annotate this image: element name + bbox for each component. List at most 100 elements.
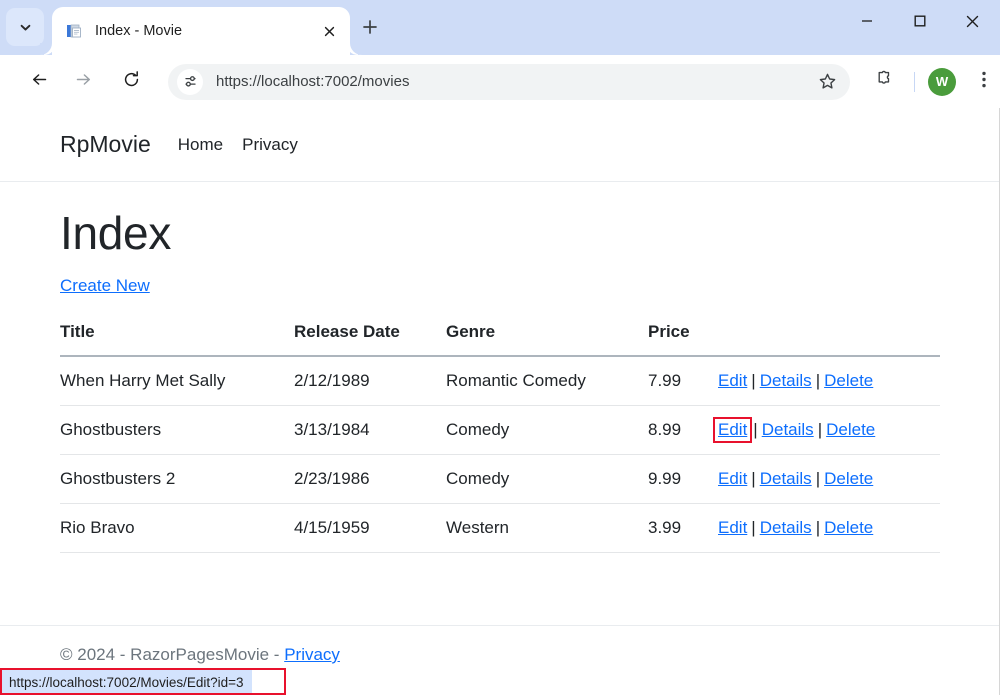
cell-title: When Harry Met Sally bbox=[60, 356, 294, 406]
cell-price: 9.99 bbox=[648, 455, 718, 504]
cell-title: Ghostbusters bbox=[60, 406, 294, 455]
column-header-title: Title bbox=[60, 322, 294, 356]
page-title: Index bbox=[60, 182, 939, 260]
minimize-button[interactable] bbox=[840, 0, 893, 47]
details-link[interactable]: Details bbox=[760, 469, 812, 488]
tab-title: Index - Movie bbox=[95, 23, 316, 39]
reload-icon bbox=[122, 70, 141, 94]
action-separator: | bbox=[747, 469, 759, 488]
delete-link[interactable]: Delete bbox=[824, 518, 873, 537]
puzzle-piece-icon bbox=[875, 70, 894, 94]
action-separator: | bbox=[812, 518, 824, 537]
cell-actions: Edit|Details|Delete bbox=[718, 504, 940, 553]
table-body: When Harry Met Sally2/12/1989Romantic Co… bbox=[60, 356, 940, 553]
window-close-icon bbox=[965, 14, 980, 34]
edit-link[interactable]: Edit bbox=[718, 371, 747, 390]
three-dot-menu-icon bbox=[982, 71, 986, 93]
details-link[interactable]: Details bbox=[762, 420, 814, 439]
site-nav-links: Home Privacy bbox=[178, 135, 317, 155]
close-icon[interactable] bbox=[316, 18, 342, 44]
table-row: Ghostbusters3/13/1984Comedy8.99Edit|Deta… bbox=[60, 406, 940, 455]
page-viewport: RpMovie Home Privacy Index Create New Ti… bbox=[0, 108, 1000, 695]
window-controls bbox=[840, 0, 1000, 55]
url-text[interactable]: https://localhost:7002/movies bbox=[216, 73, 850, 90]
star-icon[interactable] bbox=[812, 67, 842, 97]
cell-actions: Edit|Details|Delete bbox=[718, 455, 940, 504]
table-row: Rio Bravo4/15/1959Western3.99Edit|Detail… bbox=[60, 504, 940, 553]
edit-link[interactable]: Edit bbox=[718, 420, 747, 439]
cell-release-date: 2/12/1989 bbox=[294, 356, 446, 406]
footer-privacy-link[interactable]: Privacy bbox=[284, 645, 340, 664]
edit-link-highlight-annotation: Edit bbox=[713, 417, 752, 443]
cell-price: 3.99 bbox=[648, 504, 718, 553]
document-page-icon bbox=[66, 23, 83, 40]
tab-corner-left bbox=[40, 43, 52, 55]
address-bar[interactable]: https://localhost:7002/movies bbox=[168, 64, 850, 100]
movies-table: Title Release Date Genre Price When Harr… bbox=[60, 322, 940, 553]
cell-actions: Edit|Details|Delete bbox=[718, 406, 940, 455]
footer-copyright: © 2024 - RazorPagesMovie - bbox=[60, 645, 284, 664]
table-head: Title Release Date Genre Price bbox=[60, 322, 940, 356]
status-bar-url: https://localhost:7002/Movies/Edit?id=3 bbox=[0, 669, 252, 695]
cell-genre: Romantic Comedy bbox=[446, 356, 648, 406]
nav-link-home[interactable]: Home bbox=[178, 135, 223, 155]
details-link[interactable]: Details bbox=[760, 518, 812, 537]
action-separator: | bbox=[812, 371, 824, 390]
extensions-button[interactable] bbox=[868, 66, 900, 98]
maximize-button[interactable] bbox=[893, 0, 946, 47]
edit-link[interactable]: Edit bbox=[718, 469, 747, 488]
action-separator: | bbox=[749, 420, 761, 439]
tune-sliders-icon[interactable] bbox=[177, 69, 203, 95]
create-new-link[interactable]: Create New bbox=[60, 276, 150, 296]
site-brand[interactable]: RpMovie bbox=[60, 131, 151, 158]
column-header-actions bbox=[718, 322, 940, 356]
cell-price: 7.99 bbox=[648, 356, 718, 406]
back-button[interactable] bbox=[22, 65, 56, 99]
forward-button[interactable] bbox=[66, 65, 100, 99]
table-row: When Harry Met Sally2/12/1989Romantic Co… bbox=[60, 356, 940, 406]
chevron-down-icon bbox=[19, 21, 32, 34]
tab-corner-right bbox=[350, 43, 362, 55]
cell-title: Ghostbusters 2 bbox=[60, 455, 294, 504]
column-header-price: Price bbox=[648, 322, 718, 356]
minimize-icon bbox=[860, 14, 874, 33]
new-tab-button[interactable] bbox=[352, 13, 388, 45]
browser-tab[interactable]: Index - Movie bbox=[52, 7, 350, 55]
window-close-button[interactable] bbox=[946, 0, 999, 47]
maximize-icon bbox=[913, 14, 927, 33]
delete-link[interactable]: Delete bbox=[826, 420, 875, 439]
column-header-release-date: Release Date bbox=[294, 322, 446, 356]
browser-chrome: Index - Movie bbox=[0, 0, 1000, 108]
table-header-row: Title Release Date Genre Price bbox=[60, 322, 940, 356]
action-separator: | bbox=[747, 518, 759, 537]
site-navbar: RpMovie Home Privacy bbox=[0, 108, 999, 182]
tab-search-button[interactable] bbox=[6, 8, 44, 46]
arrow-left-icon bbox=[30, 70, 49, 94]
browser-menu-button[interactable] bbox=[970, 68, 998, 96]
cell-release-date: 2/23/1986 bbox=[294, 455, 446, 504]
browser-window: Index - Movie bbox=[0, 0, 1000, 695]
avatar-initial: W bbox=[936, 74, 948, 89]
edit-link[interactable]: Edit bbox=[718, 518, 747, 537]
arrow-right-icon bbox=[74, 70, 93, 94]
action-separator: | bbox=[812, 469, 824, 488]
table-row: Ghostbusters 22/23/1986Comedy9.99Edit|De… bbox=[60, 455, 940, 504]
cell-price: 8.99 bbox=[648, 406, 718, 455]
reload-button[interactable] bbox=[114, 65, 148, 99]
plus-icon bbox=[362, 19, 378, 40]
cell-title: Rio Bravo bbox=[60, 504, 294, 553]
details-link[interactable]: Details bbox=[760, 371, 812, 390]
column-header-genre: Genre bbox=[446, 322, 648, 356]
delete-link[interactable]: Delete bbox=[824, 371, 873, 390]
action-separator: | bbox=[814, 420, 826, 439]
nav-link-privacy[interactable]: Privacy bbox=[242, 135, 298, 155]
toolbar-divider bbox=[914, 72, 915, 92]
cell-actions: Edit|Details|Delete bbox=[718, 356, 940, 406]
action-separator: | bbox=[747, 371, 759, 390]
browser-toolbar: https://localhost:7002/movies W bbox=[0, 55, 1000, 108]
cell-release-date: 3/13/1984 bbox=[294, 406, 446, 455]
delete-link[interactable]: Delete bbox=[824, 469, 873, 488]
cell-release-date: 4/15/1959 bbox=[294, 504, 446, 553]
cell-genre: Western bbox=[446, 504, 648, 553]
avatar[interactable]: W bbox=[928, 68, 956, 96]
